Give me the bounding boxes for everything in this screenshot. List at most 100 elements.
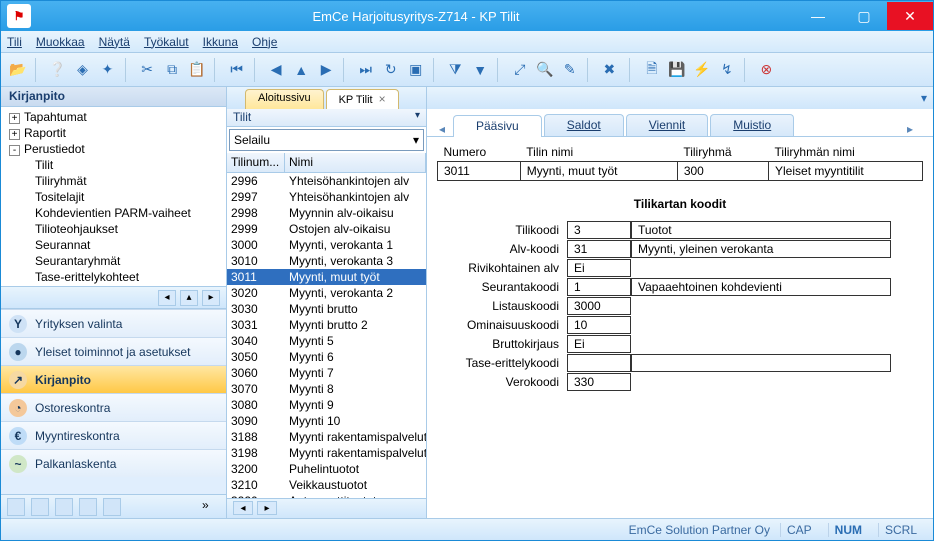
menu-muokkaa[interactable]: Muokkaa — [36, 35, 85, 49]
table-row[interactable]: 2996Yhteisöhankintojen alv — [227, 173, 426, 189]
module-yleiset-toiminnot-ja-asetukset[interactable]: ●Yleiset toiminnot ja asetukset — [1, 337, 226, 365]
mini-icon[interactable] — [103, 498, 121, 516]
mini-icon[interactable] — [79, 498, 97, 516]
mini-icon[interactable] — [7, 498, 25, 516]
table-row[interactable]: 3060Myynti 7 — [227, 365, 426, 381]
first-icon[interactable]: ⏮ — [226, 58, 248, 82]
open-icon[interactable]: 📂 — [7, 58, 29, 82]
table-row[interactable]: 2999Ostojen alv-oikaisu — [227, 221, 426, 237]
mini-icon[interactable] — [55, 498, 73, 516]
table-row[interactable]: 3090Myynti 10 — [227, 413, 426, 429]
detail-tab-pääsivu[interactable]: Pääsivu — [453, 115, 542, 137]
info-icon[interactable]: ◈ — [72, 58, 94, 82]
sync-icon[interactable]: ↯ — [716, 58, 738, 82]
tree-up-icon[interactable]: ▴ — [180, 290, 198, 306]
wand-icon[interactable]: ✦ — [97, 58, 119, 82]
funnel-icon[interactable]: ▼ — [469, 58, 491, 82]
tree-next-icon[interactable]: ▸ — [202, 290, 220, 306]
menu-tili[interactable]: Tili — [7, 35, 22, 49]
tree-item[interactable]: Kohdevientien PARM-vaiheet — [1, 205, 226, 221]
tree-item[interactable]: Tilioteohjaukset — [1, 221, 226, 237]
browse-mode-combo[interactable]: Selailu▾ — [229, 129, 424, 151]
panel-dropdown-icon[interactable]: ▾ — [921, 91, 927, 105]
filter-icon[interactable]: ⧩ — [444, 58, 466, 82]
tree-item[interactable]: +Tapahtumat — [1, 109, 226, 125]
up-icon[interactable]: ▲ — [290, 58, 312, 82]
menu-ikkuna[interactable]: Ikkuna — [203, 35, 238, 49]
stop-icon[interactable]: ▣ — [405, 58, 427, 82]
field-value[interactable]: Ei — [567, 335, 631, 353]
table-row[interactable]: 3000Myynti, verokanta 1 — [227, 237, 426, 253]
remove-icon[interactable]: ⊗ — [755, 58, 777, 82]
tab-aloitussivu[interactable]: Aloitussivu — [245, 89, 324, 109]
next-icon[interactable]: ▶ — [315, 58, 337, 82]
table-row[interactable]: 3200Puhelintuotot — [227, 461, 426, 477]
table-row[interactable]: 3080Myynti 9 — [227, 397, 426, 413]
table-row[interactable]: 3070Myynti 8 — [227, 381, 426, 397]
tree-prev-icon[interactable]: ◂ — [158, 290, 176, 306]
close-button[interactable]: ✕ — [887, 2, 933, 30]
table-row[interactable]: 2997Yhteisöhankintojen alv — [227, 189, 426, 205]
account-grid[interactable]: 2996Yhteisöhankintojen alv2997Yhteisöhan… — [227, 173, 426, 498]
module-yrityksen-valinta[interactable]: YYrityksen valinta — [1, 309, 226, 337]
paste-icon[interactable]: 📋 — [186, 58, 208, 82]
refresh-icon[interactable]: ↻ — [380, 58, 402, 82]
table-row[interactable]: 3050Myynti 6 — [227, 349, 426, 365]
grid-scroll-right-icon[interactable]: ▸ — [257, 501, 277, 515]
mini-more-icon[interactable]: » — [202, 498, 220, 516]
detail-tab-muistio[interactable]: Muistio — [710, 114, 794, 136]
tree-item[interactable]: Seurannat — [1, 237, 226, 253]
field-value[interactable]: 3 — [567, 221, 631, 239]
module-palkanlaskenta[interactable]: ~Palkanlaskenta — [1, 449, 226, 477]
mini-icon[interactable] — [31, 498, 49, 516]
grid-scroll-left-icon[interactable]: ◂ — [233, 501, 253, 515]
menu-ohje[interactable]: Ohje — [252, 35, 277, 49]
tree-item[interactable]: Tositelajit — [1, 189, 226, 205]
module-ostoreskontra[interactable]: ◔Ostoreskontra — [1, 393, 226, 421]
tree-item[interactable]: -Perustiedot — [1, 141, 226, 157]
tab-kp-tilit[interactable]: KP Tilit× — [326, 89, 399, 109]
bolt-icon[interactable]: ⚡ — [691, 58, 713, 82]
field-value[interactable]: 3000 — [567, 297, 631, 315]
tool-icon[interactable]: ✎ — [559, 58, 581, 82]
table-row[interactable]: 3040Myynti 5 — [227, 333, 426, 349]
panel-dropdown-icon[interactable]: ▾ — [415, 110, 420, 125]
tree-item[interactable]: +Raportit — [1, 125, 226, 141]
detail-tabs-next-icon[interactable]: ▸ — [907, 122, 921, 136]
prev-icon[interactable]: ◀ — [265, 58, 287, 82]
tree-item[interactable]: Tiliryhmät — [1, 173, 226, 189]
detail-tab-viennit[interactable]: Viennit — [626, 114, 708, 136]
module-kirjanpito[interactable]: ↗Kirjanpito — [1, 365, 226, 393]
table-row[interactable]: 3011Myynti, muut työt — [227, 269, 426, 285]
module-myyntireskontra[interactable]: €Myyntireskontra — [1, 421, 226, 449]
tree-item[interactable]: Tase-erittelykohteet — [1, 269, 226, 285]
tree-item[interactable]: Seurantaryhmät — [1, 253, 226, 269]
table-row[interactable]: 2998Myynnin alv-oikaisu — [227, 205, 426, 221]
table-row[interactable]: 3210Veikkaustuotot — [227, 477, 426, 493]
tab-close-icon[interactable]: × — [379, 92, 386, 106]
field-value[interactable]: 1 — [567, 278, 631, 296]
help-icon[interactable]: ❔ — [47, 58, 69, 82]
detail-tabs-prev-icon[interactable]: ◂ — [439, 122, 453, 136]
col-header-number[interactable]: Tilinum... — [227, 153, 285, 172]
zoomout-icon[interactable]: ⤢ — [509, 58, 531, 82]
field-value[interactable]: 10 — [567, 316, 631, 334]
field-value[interactable]: 31 — [567, 240, 631, 258]
field-value[interactable]: 330 — [567, 373, 631, 391]
new-doc-icon[interactable]: 🗎 — [641, 58, 663, 82]
field-value[interactable] — [567, 354, 631, 372]
tree-item[interactable]: Tilit — [1, 157, 226, 173]
maximize-button[interactable]: ▢ — [841, 2, 887, 30]
table-row[interactable]: 3031Myynti brutto 2 — [227, 317, 426, 333]
search-icon[interactable]: 🔍 — [534, 58, 556, 82]
menu-nayta[interactable]: Näytä — [99, 35, 130, 49]
cut-icon[interactable]: ✂ — [136, 58, 158, 82]
minimize-button[interactable]: — — [795, 2, 841, 30]
menu-tyokalut[interactable]: Työkalut — [144, 35, 189, 49]
copy-icon[interactable]: ⧉ — [161, 58, 183, 82]
table-row[interactable]: 3198Myynti rakentamispalvelut — [227, 445, 426, 461]
last-icon[interactable]: ⏭ — [355, 58, 377, 82]
table-row[interactable]: 3030Myynti brutto — [227, 301, 426, 317]
table-row[interactable]: 3020Myynti, verokanta 2 — [227, 285, 426, 301]
table-row[interactable]: 3010Myynti, verokanta 3 — [227, 253, 426, 269]
